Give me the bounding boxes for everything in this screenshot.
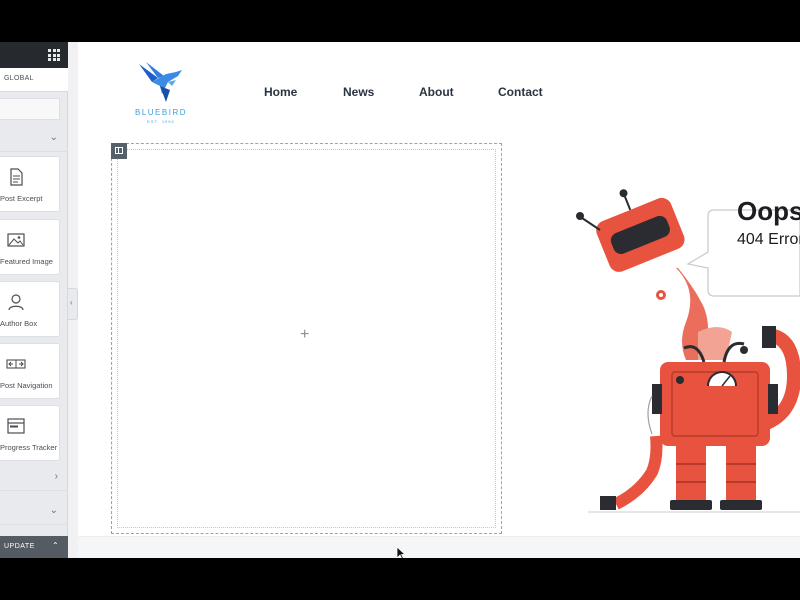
widget-label: Progress Tracker (0, 443, 58, 452)
widget-label: Featured Image (0, 257, 53, 266)
progress-icon (7, 418, 25, 434)
tab-global[interactable]: GLOBAL (4, 75, 34, 82)
column-icon (115, 147, 123, 154)
widget-search-input[interactable] (0, 98, 60, 120)
bluebird-logo-icon[interactable] (136, 60, 186, 104)
widget-featured-image[interactable]: Featured Image (0, 219, 60, 275)
image-icon (7, 233, 25, 247)
add-element-plus-icon[interactable]: + (300, 326, 309, 344)
chevron-down-icon: ⌄ (49, 132, 58, 143)
chevron-right-icon: › (54, 471, 58, 482)
content-section: + (78, 142, 800, 558)
panel-tabs: GLOBAL (0, 68, 68, 92)
panel-footer: UPDATE ⌃ (0, 536, 68, 558)
robot-404-illustration (576, 189, 800, 513)
category-toggle[interactable]: ⌄ (0, 499, 68, 525)
preview-bottom-strip (78, 536, 800, 558)
caret-up-icon[interactable]: ⌃ (52, 541, 59, 550)
person-icon (8, 294, 24, 311)
letterbox-top (0, 0, 800, 42)
widget-label: Post Excerpt (0, 194, 43, 203)
editor-app: GLOBAL ⌄ Post Excerpt Featured Image Aut… (0, 42, 800, 558)
category-toggle[interactable]: › (0, 465, 68, 491)
logo-tagline: EST. 1990 (147, 119, 175, 124)
arrows-icon (6, 359, 26, 369)
update-button[interactable]: UPDATE (4, 543, 35, 550)
site-header: BLUEBIRD EST. 1990 Home News About Conta… (78, 42, 800, 142)
page-preview: BLUEBIRD EST. 1990 Home News About Conta… (78, 42, 800, 558)
chevron-down-icon: ⌄ (49, 505, 58, 516)
logo-wordmark: BLUEBIRD (134, 108, 187, 117)
widget-post-excerpt[interactable]: Post Excerpt (0, 156, 60, 212)
nav-link-about[interactable]: About (419, 85, 454, 99)
widget-author-box[interactable]: Author Box (0, 281, 60, 337)
document-icon (10, 168, 23, 186)
letterbox-bottom (0, 558, 800, 600)
panel-header (0, 42, 68, 68)
widget-progress-tracker[interactable]: Progress Tracker (0, 405, 60, 461)
apps-grid-icon[interactable] (48, 49, 60, 61)
panel-collapse-handle[interactable]: ‹ (68, 288, 78, 320)
widget-label: Post Navigation (0, 381, 53, 390)
widget-panel: GLOBAL ⌄ Post Excerpt Featured Image Aut… (0, 42, 68, 558)
chevron-left-icon: ‹ (70, 298, 73, 307)
nav-link-contact[interactable]: Contact (498, 85, 543, 99)
widget-label: Author Box (0, 319, 38, 328)
nav-link-news[interactable]: News (343, 85, 374, 99)
column-edit-handle[interactable] (111, 143, 127, 159)
category-toggle[interactable]: ⌄ (0, 126, 68, 152)
widget-post-navigation[interactable]: Post Navigation (0, 343, 60, 399)
nav-link-home[interactable]: Home (264, 85, 297, 99)
